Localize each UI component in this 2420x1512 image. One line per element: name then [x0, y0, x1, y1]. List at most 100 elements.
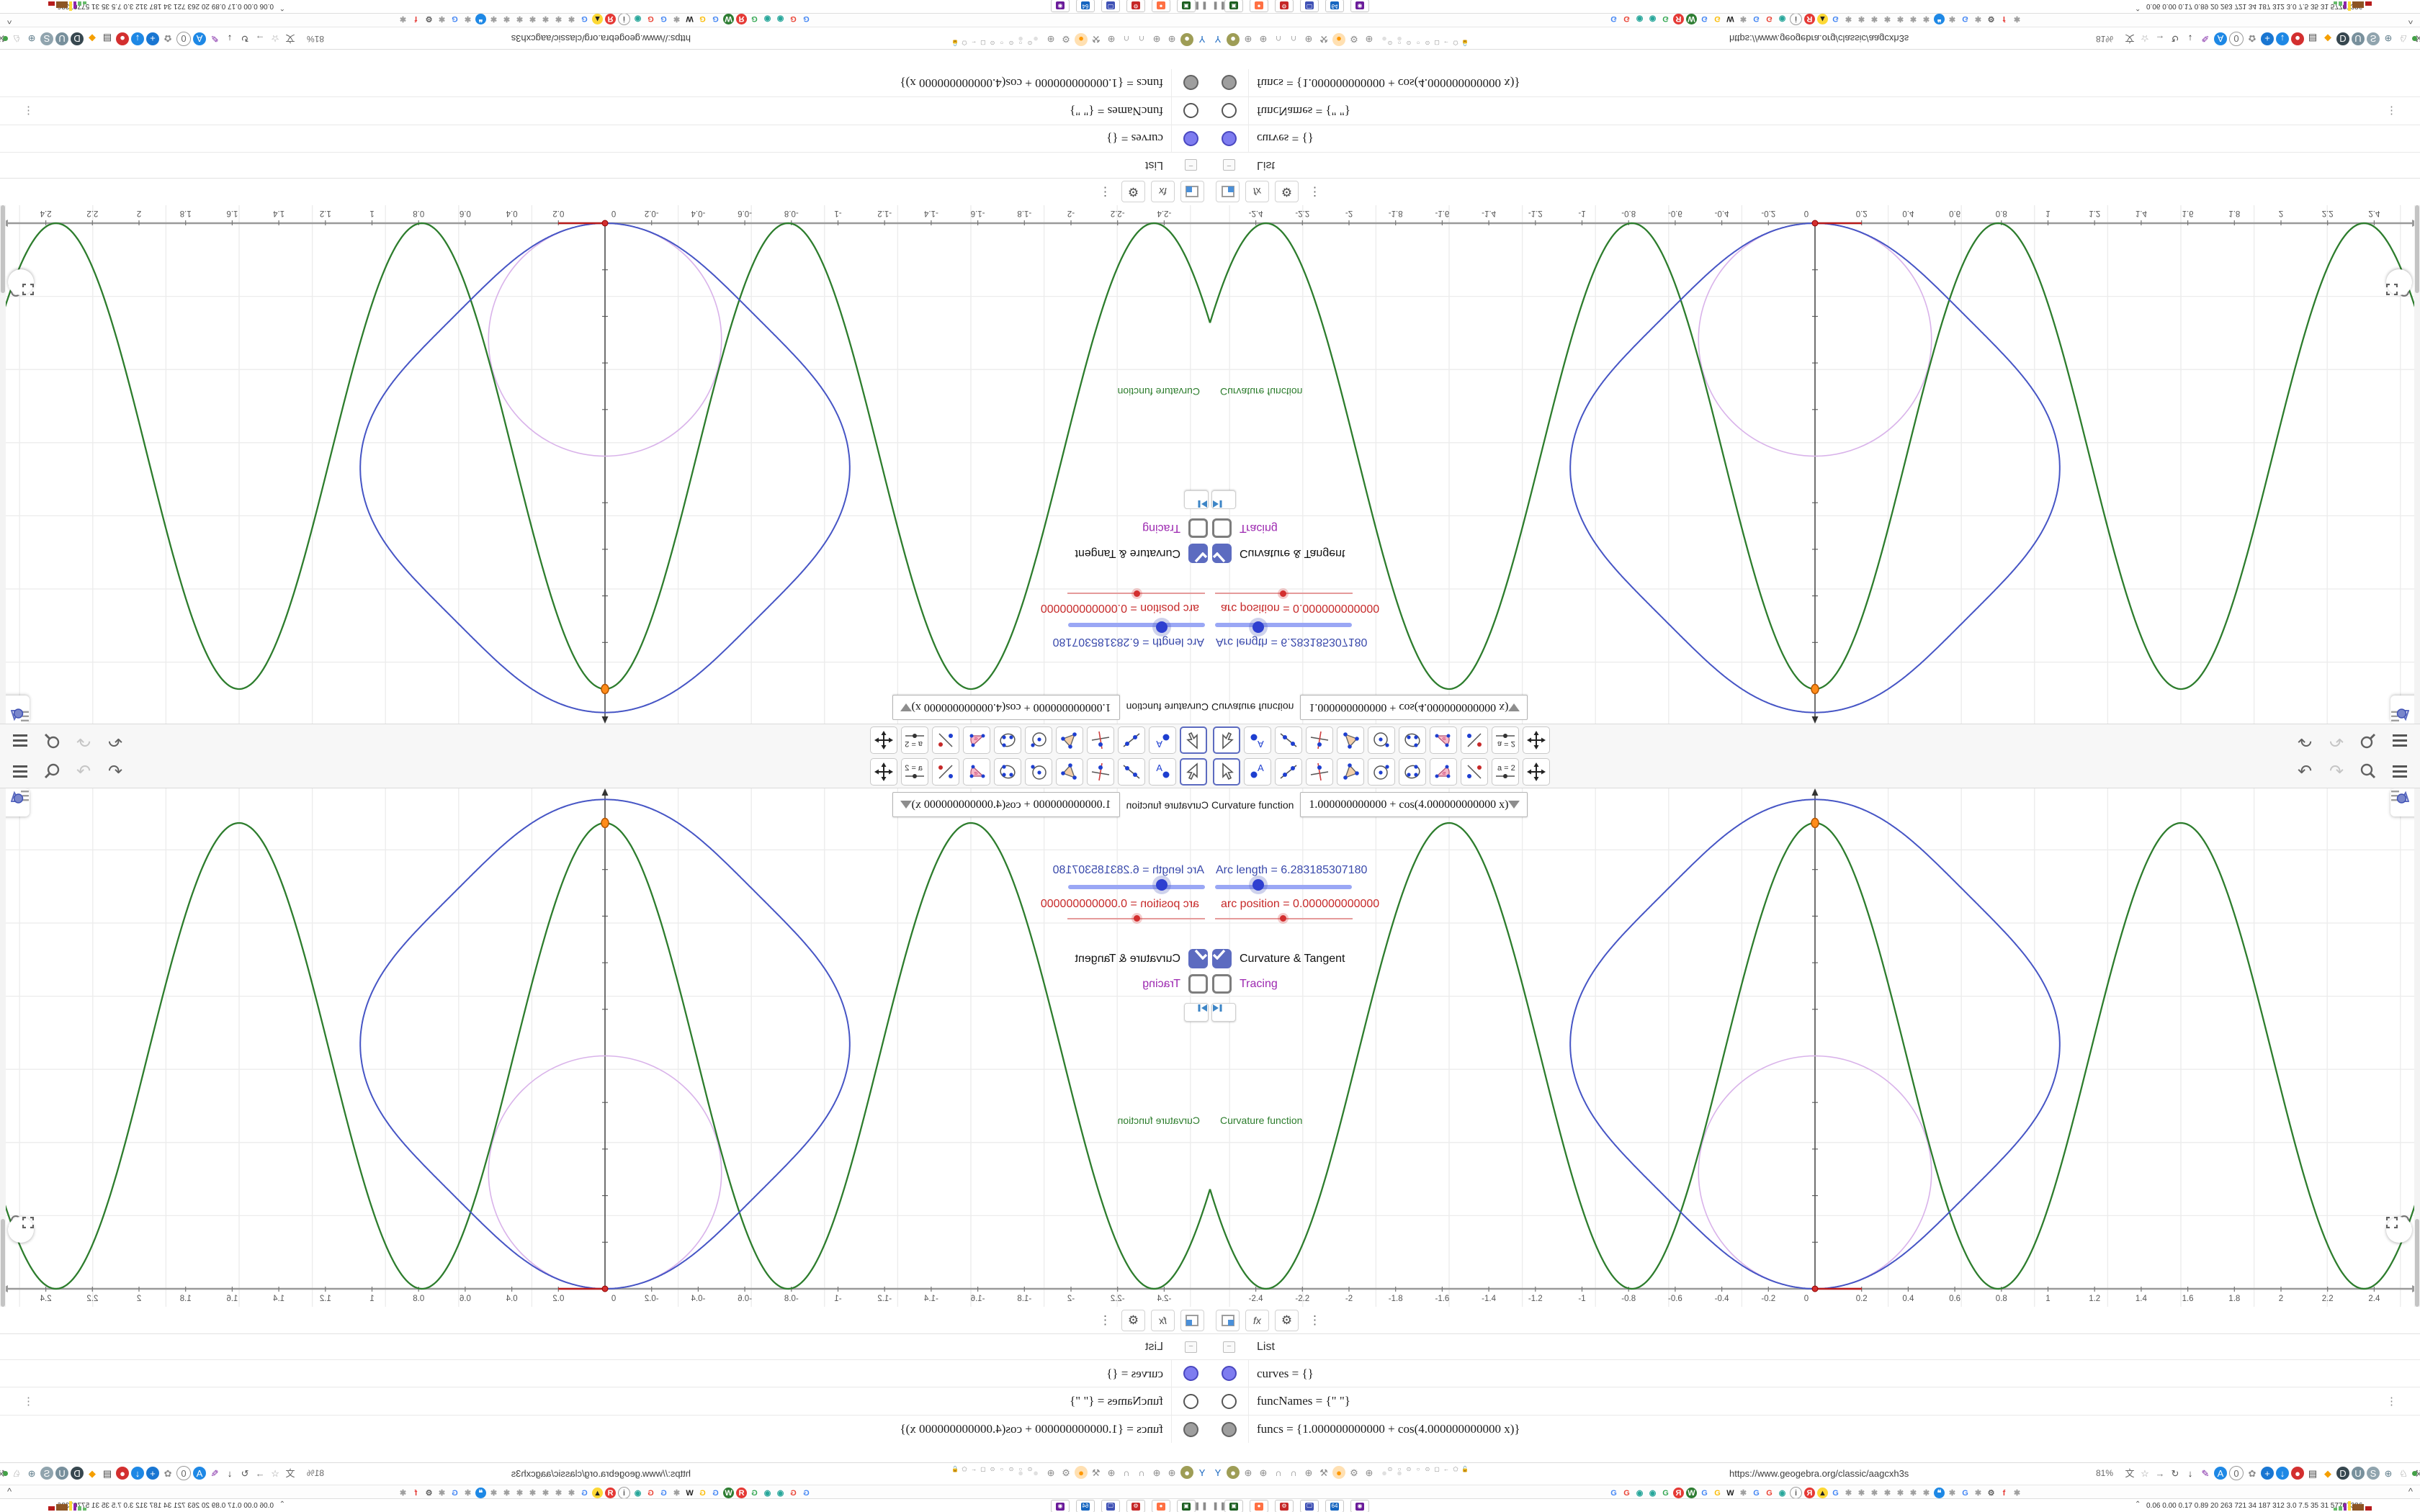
step-forward-button[interactable]	[1211, 1003, 1236, 1022]
down-circle-icon[interactable]: ↓	[2276, 1467, 2289, 1480]
gear-icon[interactable]: ⚙	[1059, 33, 1072, 46]
undo-icon[interactable]: ↶	[105, 731, 125, 751]
download-icon[interactable]: ↓	[2184, 1467, 2197, 1480]
globe-icon[interactable]: ⊕	[2382, 32, 2395, 45]
firefox-icon[interactable]: ●	[1332, 1466, 1345, 1479]
angle-tool-button[interactable]: α	[963, 726, 990, 754]
tab-favicon[interactable]: G	[749, 14, 760, 24]
counter-icon[interactable]: 0	[2229, 1466, 2244, 1480]
counter-icon[interactable]: 0	[2229, 32, 2244, 46]
slider-tool-button[interactable]: a = 2	[901, 758, 928, 786]
globe-icon[interactable]: ⊕	[1302, 1466, 1315, 1479]
olive-extension-icon[interactable]: ●	[1227, 1466, 1240, 1479]
save-64-app-icon[interactable]: 64	[1076, 0, 1095, 12]
menu-icon[interactable]	[2390, 731, 2410, 751]
url-text[interactable]: https://www.geogebra.org/classic/aagcxh3…	[511, 1468, 691, 1479]
curvature-tangent-checkbox[interactable]	[1212, 949, 1232, 968]
translate-blue-icon[interactable]: A	[2214, 32, 2227, 45]
thumb-icon[interactable]: ♘	[2397, 1467, 2410, 1480]
url-text[interactable]: https://www.geogebra.org/classic/aagcxh3…	[1729, 1468, 1909, 1479]
fx-icon[interactable]: fx	[1151, 181, 1175, 203]
curvature-tangent-checkbox[interactable]	[1188, 544, 1208, 563]
tab-favicon[interactable]: ▲	[592, 1488, 603, 1498]
tab-favicon[interactable]: G	[1960, 14, 1971, 24]
tab-favicon[interactable]: ◉	[1634, 1488, 1645, 1498]
tracing-checkbox[interactable]	[1212, 518, 1232, 538]
tab-favicon[interactable]: G	[1960, 1488, 1971, 1498]
down-circle-icon[interactable]: ↓	[2276, 32, 2289, 45]
firefox-app-icon[interactable]: ●	[1152, 1500, 1170, 1512]
menu-icon[interactable]	[10, 761, 30, 781]
algebra-row-curves[interactable]: curves = {}	[0, 1360, 1210, 1387]
wrench-icon[interactable]: ⚒	[1317, 1466, 1330, 1479]
scrollbar-thumb[interactable]	[1, 205, 5, 293]
tab-favicon[interactable]: Я	[1804, 1488, 1815, 1498]
globe-icon[interactable]: ⊕	[2382, 1467, 2395, 1480]
save-64-app-icon[interactable]: 64	[1325, 0, 1344, 12]
tab-favicon[interactable]: W	[723, 14, 734, 24]
gear-icon[interactable]: ⚙	[1121, 1309, 1145, 1331]
tab-favicon[interactable]: ◉	[775, 14, 786, 24]
tab-favicon[interactable]: W	[684, 1488, 695, 1498]
tab-favicon[interactable]: ◉	[1777, 14, 1788, 24]
tab-favicon[interactable]: f	[1999, 1488, 2009, 1498]
tab-favicon[interactable]: ⚙	[1986, 14, 1996, 24]
plus-icon[interactable]: +	[146, 1467, 159, 1480]
down-circle-icon[interactable]: ↓	[131, 1467, 144, 1480]
globe-icon[interactable]: ⊕	[1044, 1466, 1057, 1479]
monitor-app-icon[interactable]: 🖵	[1101, 0, 1120, 12]
perpendicular-line-tool-button[interactable]	[1306, 758, 1333, 786]
tab-favicon[interactable]: ✱	[2012, 1488, 2022, 1498]
save-64-app-icon[interactable]: 64	[1076, 1500, 1095, 1512]
tab-favicon[interactable]: ✱	[1921, 1488, 1932, 1498]
redo-icon[interactable]: ↷	[2326, 731, 2347, 751]
tab-favicon[interactable]: i	[618, 13, 630, 25]
point-tool-button[interactable]: A	[1149, 758, 1176, 786]
point-tool-button[interactable]: A	[1244, 726, 1271, 754]
tab-favicon[interactable]: Я	[736, 14, 747, 24]
row-menu-icon[interactable]: ⋮	[2386, 104, 2397, 117]
angle-tool-button[interactable]: α	[1430, 758, 1457, 786]
shield-uo-icon[interactable]: U	[2352, 32, 2365, 45]
step-forward-button[interactable]	[1184, 490, 1209, 509]
tab-favicon[interactable]: ✱	[1843, 14, 1854, 24]
tab-favicon[interactable]: ✱	[1869, 14, 1880, 24]
shield-s-icon[interactable]: S	[2367, 32, 2380, 45]
tab-favicon[interactable]: G	[788, 1488, 799, 1498]
globe-icon[interactable]: ⊕	[1105, 33, 1118, 46]
tab-favicon[interactable]: ✱	[566, 1488, 577, 1498]
visibility-marble[interactable]	[1183, 103, 1198, 119]
pen-icon[interactable]: ✎	[2199, 32, 2212, 45]
split-view-icon[interactable]	[1216, 1309, 1240, 1331]
tab-favicon[interactable]: ▲	[1817, 14, 1828, 24]
tab-favicon[interactable]: W	[1725, 1488, 1736, 1498]
tab-favicon[interactable]: ✱	[1738, 1488, 1749, 1498]
shield-d-icon[interactable]: D	[71, 1467, 84, 1480]
circle-center-tool-button[interactable]	[1025, 726, 1052, 754]
shield-icon[interactable]: ⬠	[1452, 39, 1459, 46]
headset-icon[interactable]: ∩	[1272, 33, 1285, 46]
search-icon[interactable]	[42, 731, 62, 751]
search-icon[interactable]	[2358, 731, 2378, 751]
tab-favicon[interactable]: ✱	[1908, 14, 1919, 24]
visibility-marble[interactable]	[1183, 1393, 1198, 1409]
page-icon[interactable]: ▢	[1433, 39, 1440, 46]
radio-dot-icon[interactable]: ○	[1415, 1466, 1422, 1473]
tcp-icon[interactable]: ●	[2291, 32, 2304, 45]
thumb-icon[interactable]: ♘	[10, 1467, 23, 1480]
tab-favicon[interactable]: ✱	[501, 1488, 512, 1498]
shield-d-icon[interactable]: D	[71, 32, 84, 45]
row-menu-icon[interactable]: ⋮	[23, 104, 34, 117]
arc-position-slider-handle[interactable]	[1134, 915, 1140, 922]
tab-favicon[interactable]: ✱	[527, 14, 538, 24]
firefox-icon[interactable]: ●	[1332, 33, 1345, 46]
tab-favicon[interactable]: G	[1712, 14, 1723, 24]
arc-length-slider-handle[interactable]	[1252, 879, 1264, 891]
tab-favicon[interactable]: ✱	[671, 1488, 682, 1498]
shield-uo-icon[interactable]: U	[2352, 1467, 2365, 1480]
tab-favicon[interactable]: Я	[605, 14, 616, 24]
visibility-marble[interactable]	[1222, 1366, 1237, 1381]
plus-icon[interactable]: +	[2261, 32, 2274, 45]
algebra-row-funcs[interactable]: funcs = {1.000000000000 + cos(4.00000000…	[0, 1416, 1210, 1443]
translate-icon[interactable]: 文	[2123, 1467, 2136, 1480]
